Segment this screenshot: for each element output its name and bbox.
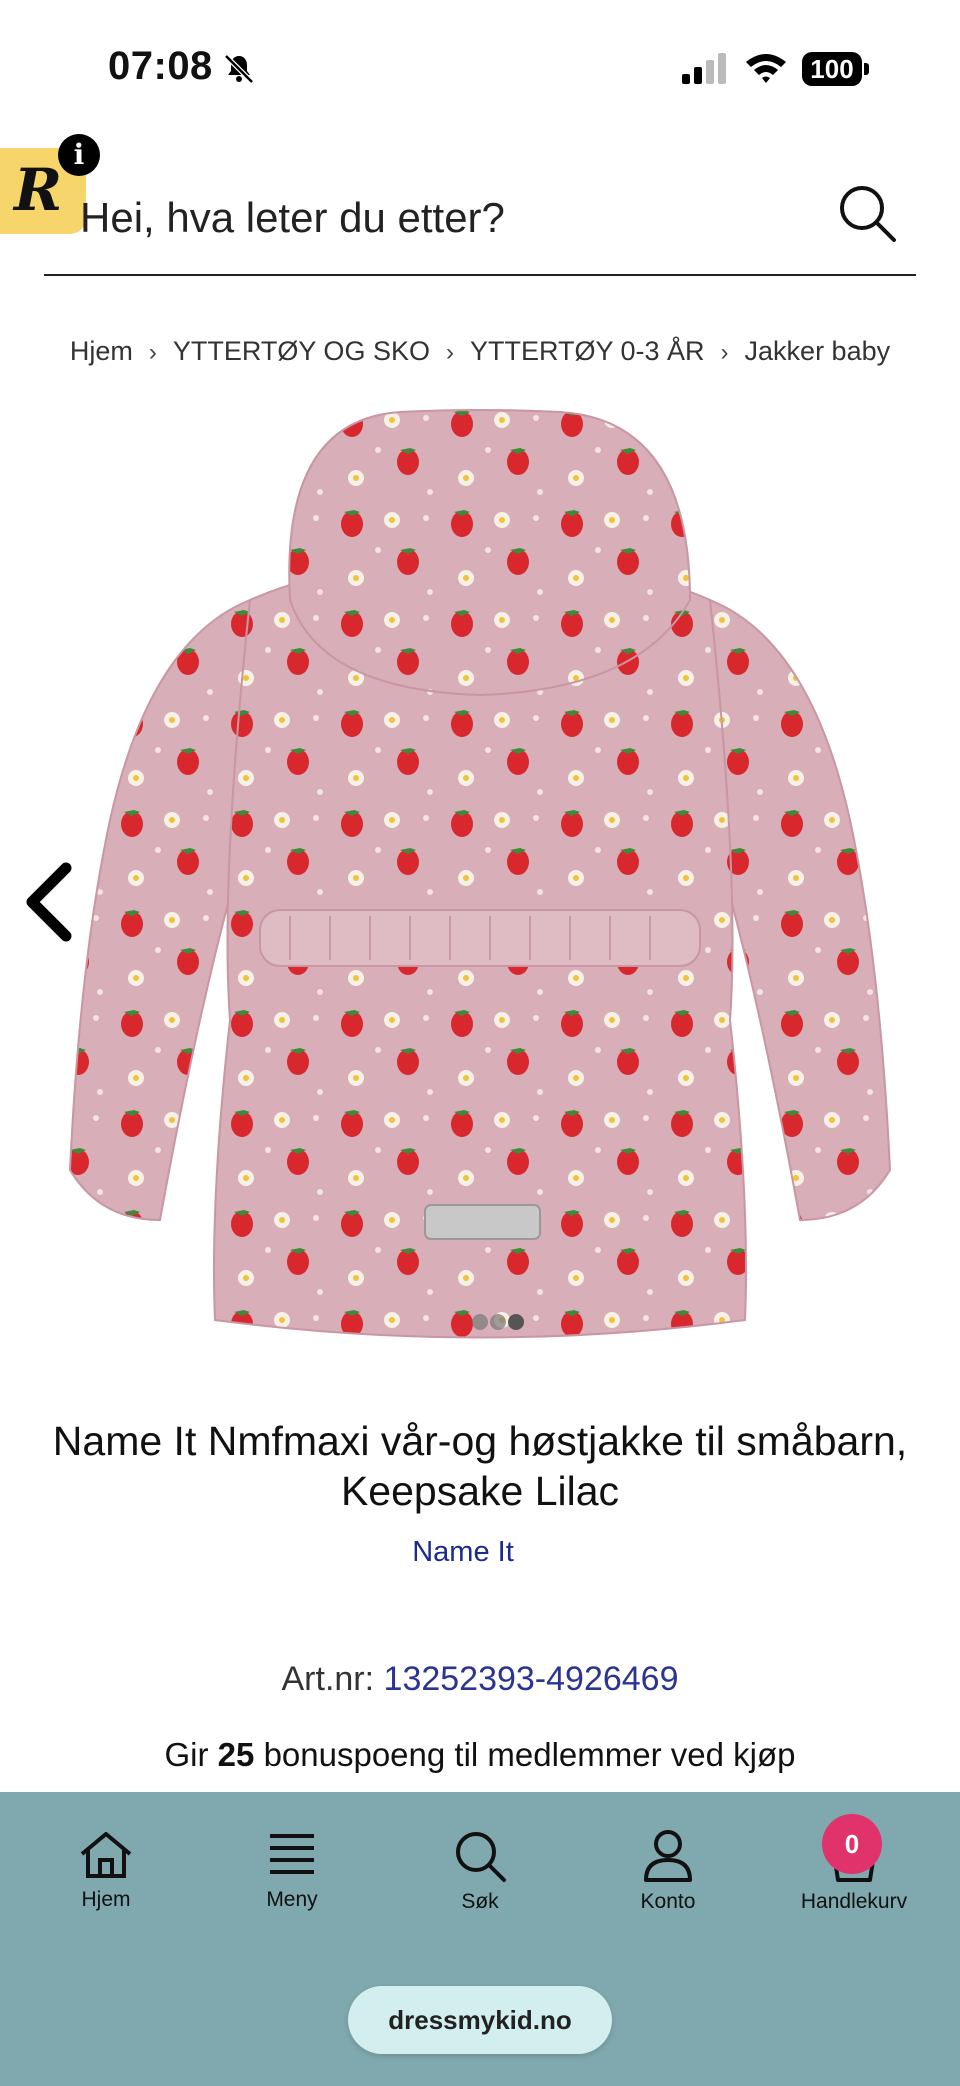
info-icon[interactable]: i	[58, 134, 100, 176]
search-input[interactable]: Hei, hva leter du etter?	[44, 180, 916, 276]
chevron-right-icon: ›	[148, 339, 157, 366]
bonus-prefix: Gir	[164, 1736, 209, 1773]
nav-cart-label: Handlekurv	[800, 1890, 908, 1913]
wifi-icon	[746, 54, 786, 83]
nav-home-label: Hjem	[81, 1888, 131, 1911]
user-icon	[644, 1830, 692, 1882]
browser-address-pill[interactable]: dressmykid.no	[348, 1986, 612, 2054]
battery-indicator: 100	[802, 52, 870, 86]
home-icon	[80, 1832, 132, 1878]
nav-search-label: Søk	[461, 1890, 499, 1913]
nav-menu[interactable]: Meny	[212, 1828, 372, 1912]
search-placeholder: Hei, hva leter du etter?	[80, 194, 505, 241]
nav-menu-label: Meny	[266, 1888, 318, 1911]
nav-search[interactable]: Søk	[400, 1828, 560, 1914]
breadcrumb-home[interactable]: Hjem	[70, 336, 133, 366]
chevron-left-icon[interactable]	[22, 862, 76, 942]
article-number: Art.nr: 13252393-4926469	[0, 1660, 960, 1699]
nav-account-label: Konto	[640, 1890, 696, 1913]
product-image-jacket[interactable]	[0, 400, 960, 1350]
chevron-right-icon: ›	[445, 339, 454, 366]
cart-count-badge: 0	[822, 1814, 882, 1874]
breadcrumb-outerwear-0-3[interactable]: YTTERTØY 0-3 ÅR	[470, 336, 705, 366]
artnr-label: Art.nr:	[281, 1660, 375, 1698]
breadcrumb: Hjem › YTTERTØY OG SKO › YTTERTØY 0-3 ÅR › Jak…	[0, 336, 960, 367]
status-time: 07:08	[108, 44, 213, 88]
battery-level: 100	[802, 52, 862, 86]
bonus-points: 25	[217, 1736, 255, 1773]
product-title-line1: Name It Nmfmaxi vår-og høstjakke til små…	[52, 1418, 908, 1464]
status-bar: 07:08 100	[0, 0, 960, 140]
breadcrumb-outerwear[interactable]: YTTERTØY OG SKO	[173, 336, 430, 366]
breadcrumb-baby-jackets[interactable]: Jakker baby	[745, 336, 891, 366]
brand-link[interactable]: Name It	[0, 1536, 926, 1569]
product-title: Name It Nmfmaxi vår-og høstjakke til små…	[20, 1416, 940, 1516]
bell-muted-icon	[224, 54, 254, 84]
menu-icon	[270, 1834, 314, 1874]
artnr-value: 13252393-4926469	[383, 1660, 679, 1698]
product-title-line2: Keepsake Lilac	[340, 1468, 620, 1514]
search-icon[interactable]	[836, 182, 898, 244]
search-icon	[456, 1832, 506, 1882]
nav-account[interactable]: Konto	[588, 1828, 748, 1914]
bonus-points-text: Gir 25 bonuspoeng til medlemmer ved kjøp	[0, 1736, 960, 1774]
bonus-suffix: bonuspoeng til medlemmer ved kjøp	[263, 1736, 796, 1773]
nav-home[interactable]: Hjem	[26, 1828, 186, 1912]
chevron-right-icon: ›	[720, 339, 729, 366]
cellular-signal-icon	[682, 53, 726, 84]
